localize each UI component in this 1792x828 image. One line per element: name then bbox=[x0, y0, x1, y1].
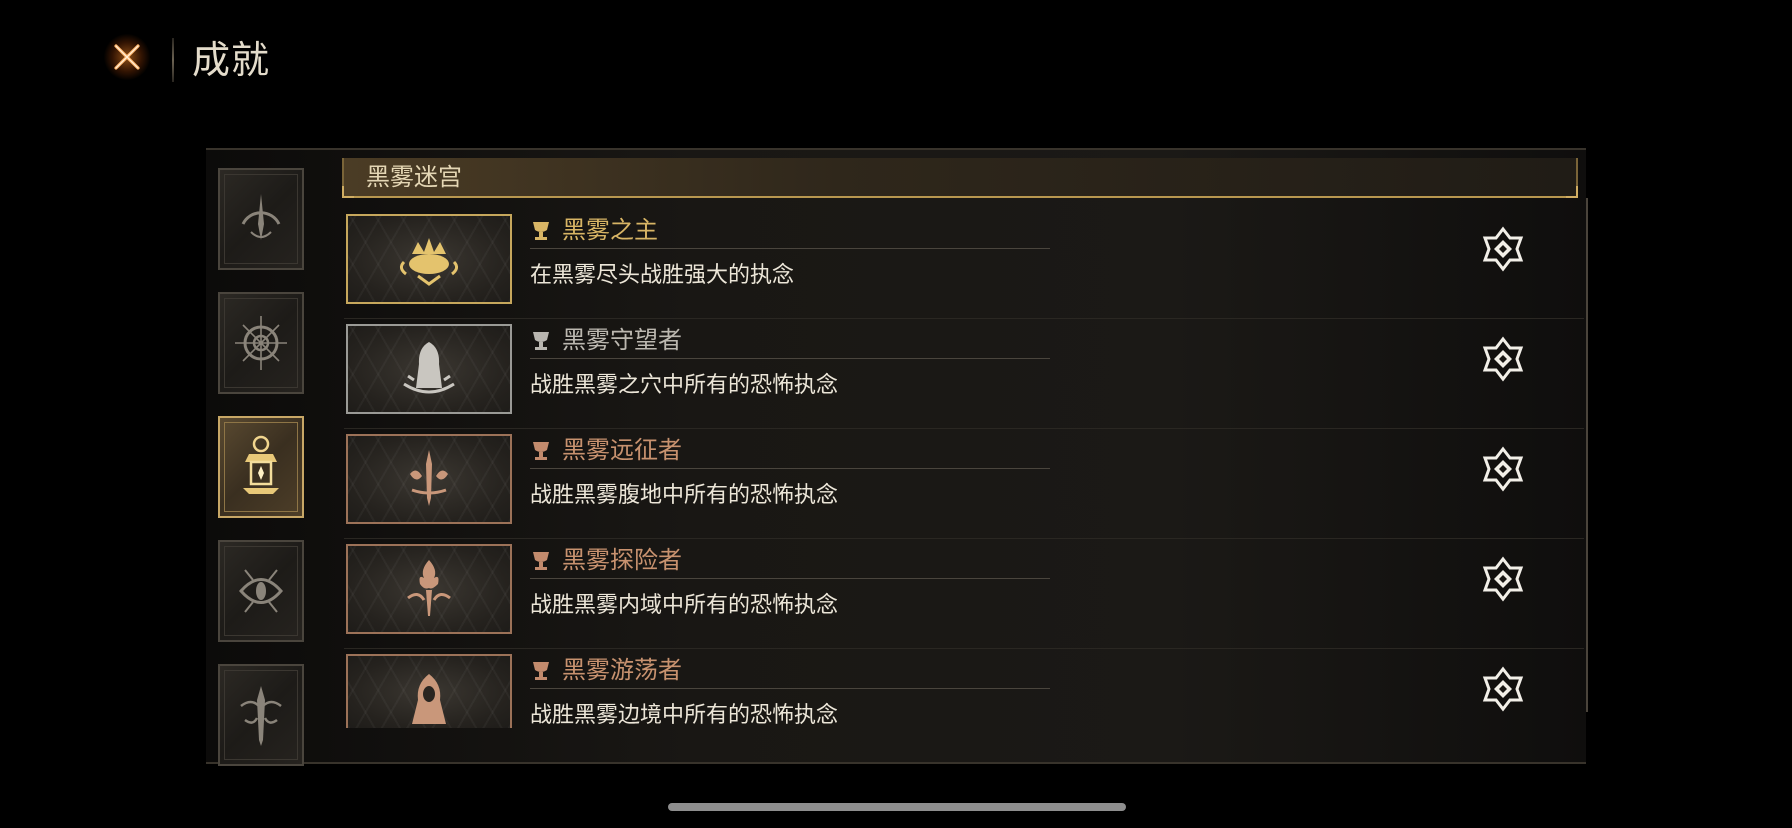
category-tab-3[interactable] bbox=[218, 416, 304, 518]
achievement-badge bbox=[346, 544, 512, 634]
crown-crest-icon bbox=[399, 238, 459, 286]
trophy-cup-icon bbox=[533, 222, 549, 240]
sword-flame-icon bbox=[410, 450, 448, 506]
eye-demon-icon bbox=[239, 569, 283, 613]
achievement-description: 战胜黑雾边境中所有的恐怖执念 bbox=[530, 703, 839, 728]
achievement-row[interactable]: 黑雾守望者 战胜黑雾之穴中所有的恐怖执念 bbox=[344, 318, 1584, 429]
achievement-row[interactable]: 黑雾游荡者 战胜黑雾边境中所有的恐怖执念 bbox=[344, 648, 1584, 730]
hooded-figure-icon bbox=[403, 342, 455, 394]
torch-fire-icon bbox=[407, 560, 451, 616]
achievement-row[interactable]: 黑雾远征者 战胜黑雾腹地中所有的恐怖执念 bbox=[344, 428, 1584, 539]
achievement-name: 黑雾探险者 bbox=[562, 546, 682, 574]
trophy-cup-icon bbox=[533, 332, 549, 350]
achievement-title-bar: 黑雾游荡者 bbox=[530, 652, 1050, 689]
category-tab-2[interactable] bbox=[218, 292, 304, 394]
close-button[interactable] bbox=[104, 34, 150, 80]
achievement-badge bbox=[346, 324, 512, 414]
lantern-icon bbox=[243, 435, 279, 494]
corner-ornament bbox=[342, 186, 354, 198]
completed-status[interactable] bbox=[1480, 556, 1526, 602]
trophy-cup-icon bbox=[533, 552, 549, 570]
achievement-title-bar: 黑雾守望者 bbox=[530, 322, 1050, 359]
sword-arc-icon bbox=[241, 194, 281, 240]
compass-rune-icon bbox=[235, 316, 287, 370]
cloaked-wanderer-icon bbox=[412, 673, 446, 724]
achievement-description: 战胜黑雾内域中所有的恐怖执念 bbox=[530, 593, 839, 618]
completed-status[interactable] bbox=[1480, 446, 1526, 492]
completed-emblem-icon bbox=[1482, 226, 1524, 272]
achievement-row[interactable]: 黑雾之主 在黑雾尽头战胜强大的执念 bbox=[344, 208, 1584, 319]
completed-emblem-icon bbox=[1482, 336, 1524, 382]
category-tab-1[interactable] bbox=[218, 168, 304, 270]
achievement-name: 黑雾远征者 bbox=[562, 436, 682, 464]
achievement-name: 黑雾之主 bbox=[562, 216, 658, 244]
achievement-title-bar: 黑雾探险者 bbox=[530, 542, 1050, 579]
completed-emblem-icon bbox=[1482, 556, 1524, 602]
category-tab-5[interactable] bbox=[218, 664, 304, 766]
scrollbar-track[interactable] bbox=[1586, 198, 1588, 712]
achievement-list[interactable]: 黑雾之主 在黑雾尽头战胜强大的执念 黑雾守望者 战胜黑雾之穴中所有的恐怖执念 黑… bbox=[344, 208, 1584, 730]
completed-status[interactable] bbox=[1480, 336, 1526, 382]
trophy-cup-icon bbox=[533, 662, 549, 680]
achievement-badge bbox=[346, 214, 512, 304]
close-x-icon bbox=[114, 44, 140, 70]
dagger-crest-icon bbox=[240, 686, 282, 746]
achievement-badge bbox=[346, 654, 512, 728]
achievement-badge bbox=[346, 434, 512, 524]
page-title: 成就 bbox=[192, 38, 271, 82]
completed-emblem-icon bbox=[1482, 446, 1524, 492]
achievement-name: 黑雾游荡者 bbox=[562, 656, 682, 684]
section-title: 黑雾迷宫 bbox=[366, 163, 462, 191]
home-indicator[interactable] bbox=[668, 803, 1126, 811]
section-header: 黑雾迷宫 bbox=[342, 158, 1578, 198]
trophy-cup-icon bbox=[533, 442, 549, 460]
category-tab-4[interactable] bbox=[218, 540, 304, 642]
completed-emblem-icon bbox=[1482, 666, 1524, 712]
completed-status[interactable] bbox=[1480, 226, 1526, 272]
achievement-description: 在黑雾尽头战胜强大的执念 bbox=[530, 263, 795, 288]
title-divider bbox=[172, 38, 174, 82]
achievement-description: 战胜黑雾之穴中所有的恐怖执念 bbox=[530, 373, 839, 398]
achievement-description: 战胜黑雾腹地中所有的恐怖执念 bbox=[530, 483, 839, 508]
achievement-name: 黑雾守望者 bbox=[562, 326, 682, 354]
achievement-title-bar: 黑雾之主 bbox=[530, 212, 1050, 249]
achievement-title-bar: 黑雾远征者 bbox=[530, 432, 1050, 469]
corner-ornament bbox=[1566, 186, 1578, 198]
achievement-row[interactable]: 黑雾探险者 战胜黑雾内域中所有的恐怖执念 bbox=[344, 538, 1584, 649]
completed-status[interactable] bbox=[1480, 666, 1526, 712]
